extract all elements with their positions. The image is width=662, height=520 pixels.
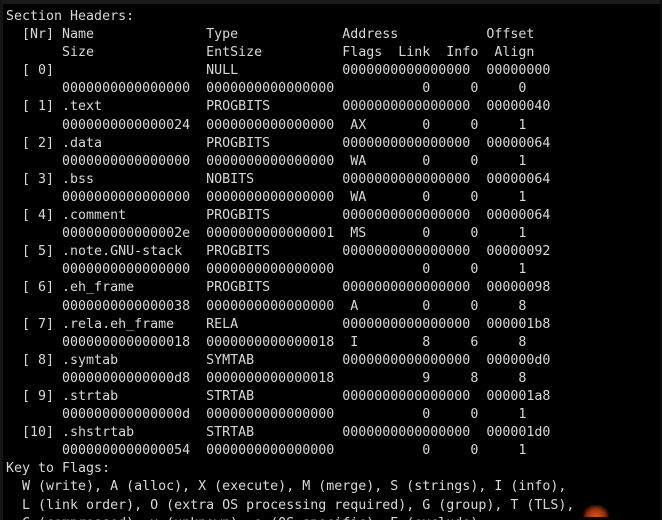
section-entry-row: [ 3] .bss NOBITS 0000000000000000 000000… bbox=[6, 171, 551, 187]
section-entry-row-detail: 0000000000000000 0000000000000000 WA 0 0… bbox=[6, 153, 527, 169]
section-entry-row: [ 0] NULL 0000000000000000 00000000 bbox=[6, 63, 551, 79]
terminal-output-area[interactable]: Section Headers: [Nr] Name Type Address … bbox=[0, 0, 662, 520]
section-entry-row: [10] .shstrtab STRTAB 0000000000000000 0… bbox=[6, 425, 551, 441]
column-headers-row-2: Size EntSize Flags Link Info Align bbox=[6, 45, 535, 61]
section-entry-row: [ 1] .text PROGBITS 0000000000000000 000… bbox=[6, 99, 551, 115]
section-entry-row-detail: 0000000000000000 0000000000000000 0 0 0 bbox=[6, 81, 527, 97]
key-to-flags-line: W (write), A (alloc), X (execute), M (me… bbox=[6, 479, 567, 495]
section-entry-row: [ 9] .strtab STRTAB 0000000000000000 000… bbox=[6, 388, 551, 404]
section-entry-row: [ 5] .note.GNU-stack PROGBITS 0000000000… bbox=[6, 244, 551, 260]
section-entry-row-detail: 0000000000000054 0000000000000000 0 0 1 bbox=[6, 443, 527, 459]
section-entry-row-detail: 000000000000000d 0000000000000000 0 0 1 bbox=[6, 407, 527, 423]
section-entry-row: [ 7] .rela.eh_frame RELA 000000000000000… bbox=[6, 316, 551, 332]
section-entry-row: [ 4] .comment PROGBITS 0000000000000000 … bbox=[6, 208, 551, 224]
terminal-window[interactable]: Section Headers: [Nr] Name Type Address … bbox=[0, 0, 662, 520]
section-entry-row: [ 8] .symtab SYMTAB 0000000000000000 000… bbox=[6, 352, 551, 368]
section-entry-row-detail: 0000000000000018 0000000000000018 I 8 6 … bbox=[6, 334, 527, 350]
key-to-flags-line: C (compressed), x (unknown), o (OS speci… bbox=[6, 515, 662, 520]
column-headers-row-1: [Nr] Name Type Address Offset bbox=[6, 27, 535, 43]
section-entry-row-detail: 0000000000000024 0000000000000000 AX 0 0… bbox=[6, 117, 527, 133]
section-entry-row: [ 6] .eh_frame PROGBITS 0000000000000000… bbox=[6, 280, 551, 296]
section-entry-row-detail: 0000000000000000 0000000000000000 0 0 1 bbox=[6, 262, 527, 278]
section-entry-row: [ 2] .data PROGBITS 0000000000000000 000… bbox=[6, 135, 551, 151]
key-to-flags-heading: Key to Flags: bbox=[6, 461, 111, 477]
section-headers-heading: Section Headers: bbox=[6, 9, 135, 24]
section-entry-row-detail: 0000000000000000 0000000000000000 WA 0 0… bbox=[6, 189, 527, 205]
section-entry-row-detail: 000000000000002e 0000000000000001 MS 0 0… bbox=[6, 226, 527, 242]
key-to-flags-line: L (link order), O (extra OS processing r… bbox=[6, 497, 575, 513]
section-entry-row-detail: 0000000000000038 0000000000000000 A 0 0 … bbox=[6, 298, 527, 314]
section-entry-row-detail: 00000000000000d8 0000000000000018 9 8 8 bbox=[6, 370, 527, 386]
